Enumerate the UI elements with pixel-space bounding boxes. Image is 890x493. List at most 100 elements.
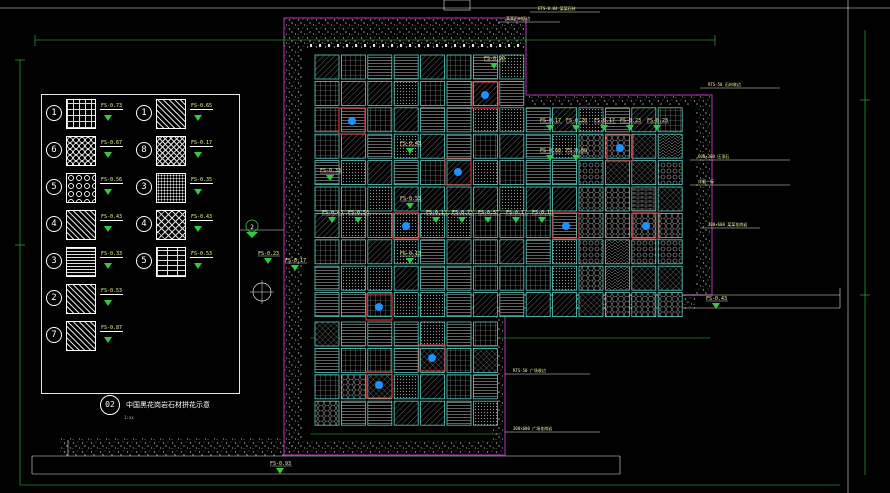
paving-tile: [631, 292, 657, 318]
paving-tile: [314, 186, 340, 212]
section-marker: 2: [240, 219, 284, 238]
paving-tile: [446, 186, 472, 212]
legend-item-number: 1: [136, 105, 152, 121]
paving-tile: [578, 239, 604, 265]
elevation-triangle: [194, 152, 202, 158]
paving-tile: [340, 400, 366, 426]
paving-tile: [420, 107, 446, 133]
paving-tile: [314, 347, 340, 373]
tick-mark: [418, 44, 420, 47]
paving-tile: [420, 133, 446, 159]
legend-swatch: [156, 247, 186, 277]
top-marker: [443, 0, 471, 11]
paving-tile: [499, 81, 525, 106]
north-marker: [250, 280, 274, 304]
paving-tile: [393, 160, 419, 186]
paving-tile: [657, 292, 683, 318]
paving-tile: [657, 239, 683, 265]
paving-tile: [578, 292, 604, 318]
paving-tile: [314, 400, 340, 426]
legend-item-tag: FS-0.56: [100, 177, 124, 184]
legend-item-tag: FS-0.65: [190, 103, 214, 110]
paving-tile: [657, 133, 683, 159]
legend-item-number: 5: [136, 253, 152, 269]
paving-tile: [552, 160, 577, 186]
legend-item-tag: FS-0.67: [100, 140, 124, 147]
tick-mark: [337, 44, 339, 47]
paving-tile: [314, 292, 340, 318]
legend-item-tag: FS-0.53: [100, 288, 124, 295]
tick-mark: [364, 44, 366, 47]
legend-swatch: [66, 99, 96, 129]
callout-text: 300×600 广场花岗岩: [513, 425, 552, 431]
elevation-triangle: [104, 263, 112, 269]
paving-tile: [631, 133, 657, 159]
paving-tile: [367, 400, 393, 426]
paving-tile: [446, 400, 472, 426]
feature-marker: [454, 168, 462, 176]
tick-mark: [346, 44, 348, 47]
paving-tile: [525, 239, 551, 265]
legend-swatch: [66, 247, 96, 277]
legend-caption: 02 中国黑花岗岩石材拼花示意 1:xx: [100, 395, 210, 420]
paving-tile: [472, 265, 498, 291]
elevation-triangle: [104, 152, 112, 158]
paving-tile: [393, 321, 419, 347]
tick-mark: [517, 44, 519, 47]
tick-mark: [319, 44, 321, 47]
paving-tile: [340, 265, 366, 291]
paving-tile: [578, 186, 604, 212]
feature-marker: [428, 354, 436, 362]
elevation-triangle: [194, 263, 202, 269]
legend-item-number: 3: [46, 253, 62, 269]
paving-tile: [499, 212, 525, 238]
feature-marker: [616, 144, 624, 152]
legend-swatch: [156, 173, 186, 203]
legend-item-tag: FS-0.35: [190, 177, 214, 184]
paving-tile: [340, 81, 366, 106]
tick-mark: [373, 44, 375, 47]
paving-tile: [499, 292, 525, 318]
paving-tile: [472, 239, 498, 265]
paving-tile: [605, 239, 630, 265]
elevation-triangle: [194, 226, 202, 232]
paving-tile: [552, 239, 577, 265]
paving-tile: [605, 212, 630, 238]
section-mark-text: 2: [250, 224, 254, 231]
paving-tile: [420, 186, 446, 212]
paving-tile: [472, 133, 498, 159]
paving-tile: [314, 133, 340, 159]
paving-tile: [525, 133, 551, 159]
paving-tile: [340, 133, 366, 159]
legend-item-tag: FS-0.73: [100, 103, 124, 110]
paving-tile: [340, 347, 366, 373]
tick-mark: [445, 44, 447, 47]
paving-tile: [446, 107, 472, 133]
paving-tile: [367, 160, 393, 186]
paving-tile: [446, 54, 472, 80]
paving-tile: [472, 186, 498, 212]
elevation-tag: FS-0.93: [270, 461, 292, 474]
tick-mark: [427, 44, 429, 47]
paving-tile: [314, 321, 340, 347]
callout-text: RTS-50 石材收边: [708, 81, 741, 87]
paving-tile: [552, 292, 577, 318]
legend-title: 中国黑花岗岩石材拼花示意: [126, 401, 210, 409]
paving-tile: [340, 239, 366, 265]
legend-item-number: 5: [46, 179, 62, 195]
elevation-triangle: [194, 189, 202, 195]
legend-item-number: 7: [46, 327, 62, 343]
paving-tile: [367, 321, 393, 347]
tick-mark: [436, 44, 438, 47]
paving-tile: [420, 160, 446, 186]
legend-swatch: [66, 210, 96, 240]
paving-tile: [340, 54, 366, 80]
paving-tile: [472, 160, 498, 186]
paving-tile: [499, 107, 525, 133]
callout-text: 600×300 压顶石: [698, 154, 729, 159]
paving-tile: [657, 265, 683, 291]
paving-tile: [472, 400, 498, 426]
paving-tile: [367, 81, 393, 106]
paving-tile: [631, 160, 657, 186]
paving-tile: [578, 212, 604, 238]
